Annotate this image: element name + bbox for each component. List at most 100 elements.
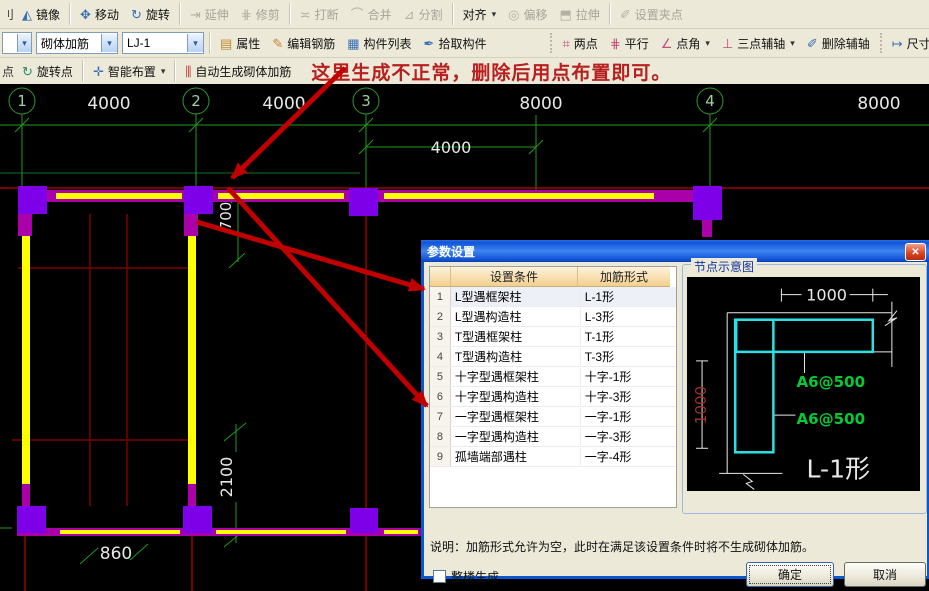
whole-building-label: 整楼生成: [451, 568, 499, 585]
rotate-point-label: 旋转点: [37, 63, 73, 80]
header-number-column: [430, 267, 451, 287]
extend-label: 延伸: [205, 6, 229, 23]
ok-button[interactable]: 确定: [746, 562, 834, 587]
form-cell[interactable]: L-1形: [581, 288, 676, 305]
node-diagram-preview: 1000 1000 A6@500 A6@500 L-1形: [687, 277, 920, 491]
component-list-button[interactable]: ▦ 构件列表: [341, 30, 417, 56]
table-row[interactable]: 2 L型遇构造柱 L-3形: [430, 307, 676, 327]
set-grips-label: 设置夹点: [635, 6, 683, 23]
component-type-combo[interactable]: 砌体加筋 ▾: [36, 32, 118, 54]
break-button[interactable]: ≍ 打断: [294, 1, 345, 27]
delete-aux-axis-button[interactable]: ✐ 删除辅轴: [801, 30, 876, 56]
component-name-combo[interactable]: LJ-1 ▾: [122, 32, 204, 54]
condition-cell[interactable]: L型遇框架柱: [451, 288, 581, 305]
condition-cell[interactable]: 孤墙端部遇柱: [451, 448, 581, 465]
point-angle-axis-button[interactable]: ∠ 点角 ▾: [655, 30, 716, 56]
split-button[interactable]: ⊿ 分割: [398, 1, 449, 27]
separator: [209, 32, 211, 54]
pick-component-icon: ✒: [424, 37, 435, 50]
component-type-value: 砌体加筋: [37, 35, 101, 52]
mirror-button[interactable]: ◭ 镜像: [16, 1, 66, 27]
auto-generate-masonry-rebar-button[interactable]: ⫼ 自动生成砌体加筋: [179, 58, 297, 84]
condition-cell[interactable]: T型遇框架柱: [451, 328, 581, 345]
auto-generate-icon: ⫼: [185, 65, 191, 78]
move-label: 移动: [95, 6, 119, 23]
dimension-button[interactable]: ↦ 尺寸标注: [886, 30, 929, 56]
form-cell[interactable]: 一字-1形: [581, 408, 676, 425]
table-row[interactable]: 3 T型遇框架柱 T-1形: [430, 327, 676, 347]
condition-cell[interactable]: 一字型遇框架柱: [451, 408, 581, 425]
chevron-down-icon: ▾: [790, 38, 795, 49]
table-row[interactable]: 5 十字型遇框架柱 十字-1形: [430, 367, 676, 387]
condition-cell[interactable]: L型遇构造柱: [451, 308, 581, 325]
row-number: 3: [430, 327, 451, 346]
annotation-text: 这里生成不正常，删除后用点布置即可。: [311, 58, 671, 85]
whole-building-checkbox-row[interactable]: 整楼生成: [433, 568, 499, 585]
rebar-spec-2: A6@500: [796, 410, 865, 428]
cancel-button[interactable]: 取消: [844, 562, 926, 587]
form-cell[interactable]: 一字-4形: [581, 448, 676, 465]
merge-icon: ⌒: [351, 8, 364, 21]
row-number: 1: [430, 287, 451, 306]
condition-cell[interactable]: 十字型遇构造柱: [451, 388, 581, 405]
two-point-axis-button[interactable]: ⌗ 两点: [556, 30, 603, 56]
table-row[interactable]: 7 一字型遇框架柱 一字-1形: [430, 407, 676, 427]
edit-rebar-button[interactable]: ✎ 编辑钢筋: [266, 30, 341, 56]
application-window: 刂 ◭ 镜像 ✥ 移动 ↻ 旋转 ⇥ 延伸 ⋕ 修剪 ≍ 打断 ⌒ 合并: [0, 0, 929, 591]
clipped-combo[interactable]: ▾: [2, 32, 32, 54]
node-diagram-label: 节点示意图: [691, 258, 757, 275]
align-button[interactable]: 对齐 ▾: [457, 1, 503, 27]
combo-arrow-icon: ▾: [17, 34, 31, 52]
condition-cell[interactable]: T型遇构造柱: [451, 348, 581, 365]
properties-button[interactable]: ▤ 属性: [214, 30, 266, 56]
dialog-titlebar[interactable]: 参数设置 ✕: [421, 240, 929, 262]
form-cell[interactable]: T-3形: [581, 348, 676, 365]
rebar-spec-1: A6@500: [796, 373, 865, 391]
extend-button[interactable]: ⇥ 延伸: [184, 1, 235, 27]
form-cell[interactable]: L-3形: [581, 308, 676, 325]
parallel-axis-button[interactable]: ⋕ 平行: [604, 30, 655, 56]
rotate-button[interactable]: ↻ 旋转: [125, 1, 176, 27]
two-point-axis-label: 两点: [574, 35, 598, 52]
smart-layout-button[interactable]: ✛ 智能布置 ▾: [87, 58, 171, 84]
combo-arrow-icon: ▾: [101, 34, 117, 52]
move-button[interactable]: ✥ 移动: [74, 1, 125, 27]
point-angle-axis-label: 点角: [676, 35, 700, 52]
row-number: 7: [430, 407, 451, 426]
condition-cell[interactable]: 一字型遇构造柱: [451, 428, 581, 445]
trim-button[interactable]: ⋕ 修剪: [235, 1, 286, 27]
dim-8000-b: 8000: [857, 94, 900, 114]
axis-bubble-4: 4: [705, 92, 715, 110]
merge-button[interactable]: ⌒ 合并: [345, 1, 398, 27]
pick-component-button[interactable]: ✒ 拾取构件: [418, 30, 493, 56]
chevron-down-icon: ▾: [492, 9, 497, 20]
pick-component-label: 拾取构件: [438, 35, 486, 52]
close-icon[interactable]: ✕: [905, 243, 926, 261]
properties-icon: ▤: [220, 37, 232, 50]
table-row[interactable]: 9 孤墙端部遇柱 一字-4形: [430, 447, 676, 467]
header-condition[interactable]: 设置条件: [451, 267, 578, 287]
separator: [69, 3, 71, 25]
form-cell[interactable]: 一字-3形: [581, 428, 676, 445]
table-row[interactable]: 6 十字型遇构造柱 十字-3形: [430, 387, 676, 407]
header-rebar-form[interactable]: 加筋形式: [578, 267, 670, 287]
form-cell[interactable]: 十字-3形: [581, 388, 676, 405]
set-grips-button[interactable]: ✐ 设置夹点: [614, 1, 689, 27]
condition-cell[interactable]: 十字型遇框架柱: [451, 368, 581, 385]
three-point-aux-axis-button[interactable]: ⊥ 三点辅轴 ▾: [716, 30, 801, 56]
row-number: 5: [430, 367, 451, 386]
table-row[interactable]: 8 一字型遇构造柱 一字-3形: [430, 427, 676, 447]
edit-rebar-icon: ✎: [272, 37, 283, 50]
whole-building-checkbox[interactable]: [433, 570, 446, 583]
table-row[interactable]: 1 L型遇框架柱 L-1形: [430, 287, 676, 307]
offset-button[interactable]: ◎ 偏移: [502, 1, 553, 27]
chevron-down-icon: ▾: [161, 66, 166, 77]
form-cell[interactable]: 十字-1形: [581, 368, 676, 385]
form-cell[interactable]: T-1形: [581, 328, 676, 345]
separator: [289, 3, 291, 25]
stretch-button[interactable]: ⬒ 拉伸: [554, 1, 606, 27]
table-row[interactable]: 4 T型遇构造柱 T-3形: [430, 347, 676, 367]
rotate-point-button[interactable]: ↻ 旋转点: [16, 58, 79, 84]
clipped-button[interactable]: 点: [0, 63, 16, 80]
clipped-button[interactable]: 刂: [0, 6, 16, 23]
